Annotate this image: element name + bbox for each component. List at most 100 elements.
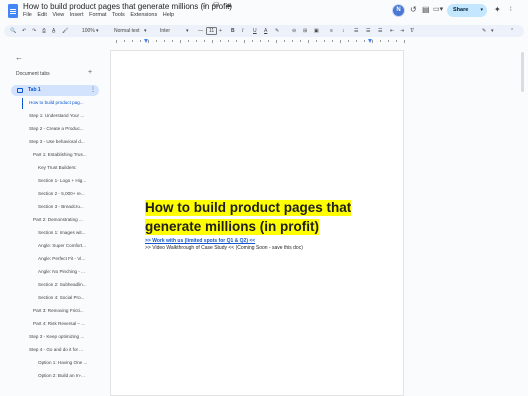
- decrease-indent-icon[interactable]: ⇤: [390, 25, 394, 37]
- menu-edit[interactable]: Edit: [37, 12, 46, 18]
- highlight-icon[interactable]: ✎: [275, 25, 279, 37]
- underline-button[interactable]: U: [253, 25, 257, 37]
- increase-indent-icon[interactable]: ⇥: [400, 25, 404, 37]
- redo-icon[interactable]: ↷: [32, 25, 36, 37]
- increase-size-icon[interactable]: +: [219, 25, 222, 37]
- style-dropdown-icon[interactable]: ▾: [144, 25, 147, 37]
- ruler-tick: [308, 40, 309, 43]
- align-icon[interactable]: ≡: [330, 25, 333, 37]
- outline-item[interactable]: Section 4: Social Pro...: [38, 293, 84, 303]
- ruler-tick: [300, 40, 301, 42]
- text-color-button[interactable]: A: [264, 25, 267, 37]
- outline-item[interactable]: How to build product pag...: [29, 98, 84, 108]
- ruler-tick: [268, 40, 269, 42]
- bulleted-list-icon[interactable]: ☰: [366, 25, 370, 37]
- outline-item[interactable]: Part 2: Demonstrating ...: [33, 215, 83, 225]
- outline-item[interactable]: Option 1: Having One ...: [38, 358, 87, 368]
- outline-item[interactable]: Section 3 - Breadcru...: [38, 202, 84, 212]
- insert-image-icon[interactable]: ▣: [314, 25, 319, 37]
- bold-button[interactable]: B: [231, 25, 235, 37]
- menu-view[interactable]: View: [52, 12, 64, 18]
- ruler-tick: [204, 40, 205, 42]
- history-icon[interactable]: ↺: [410, 5, 417, 15]
- outline-item[interactable]: Angle: No Pinching - ...: [38, 267, 85, 277]
- outline-item[interactable]: Key Trust Builders:: [38, 163, 77, 173]
- gemini-icon[interactable]: ✦: [494, 5, 501, 15]
- style-select[interactable]: Normal text: [114, 25, 140, 37]
- collapse-toolbar-icon[interactable]: ⌃: [510, 25, 514, 37]
- avatar[interactable]: N: [392, 4, 405, 17]
- outline-item[interactable]: Section 2: Subheadlin...: [38, 280, 87, 290]
- ruler-tick: [340, 40, 341, 43]
- outline-item[interactable]: Angle: Perfect Fit - Vi...: [38, 254, 85, 264]
- italic-button[interactable]: I: [242, 25, 243, 37]
- menu-bar: File Edit View Insert Format Tools Exten…: [23, 12, 178, 18]
- search-icon[interactable]: 🔍: [10, 25, 16, 37]
- document-heading-line-1: How to build product pages that: [145, 200, 352, 216]
- menu-insert[interactable]: Insert: [70, 12, 84, 18]
- document-page[interactable]: How to build product pages that generate…: [110, 50, 404, 396]
- tab-1[interactable]: Tab 1 ⋮: [11, 85, 99, 96]
- menu-file[interactable]: File: [23, 12, 32, 18]
- zoom-dropdown-icon[interactable]: ▾: [96, 25, 99, 37]
- back-arrow-icon[interactable]: ←: [15, 53, 23, 62]
- print-icon[interactable]: ⎙: [42, 25, 46, 37]
- add-comment-icon[interactable]: ⊞: [303, 25, 307, 37]
- ruler[interactable]: [110, 39, 405, 44]
- outline-item[interactable]: Step 3 - Use behavioral d...: [29, 137, 85, 147]
- menu-extensions[interactable]: Extensions: [130, 12, 157, 18]
- docs-logo-icon[interactable]: [8, 4, 18, 18]
- editing-mode-dropdown-icon[interactable]: ▾: [491, 25, 494, 37]
- outline-item[interactable]: Section 2 - 5,000+ re...: [38, 189, 85, 199]
- editing-mode-icon[interactable]: ✎: [482, 25, 486, 37]
- more-icon[interactable]: ⁞: [510, 5, 512, 15]
- work-with-us-link[interactable]: >> Work with us (limited spots for Q1 & …: [145, 238, 255, 244]
- ruler-tick: [156, 40, 157, 42]
- ruler-tick: [172, 40, 173, 42]
- checklist-icon[interactable]: ☰: [354, 25, 358, 37]
- ruler-tick: [356, 40, 357, 42]
- ruler-tick: [348, 40, 349, 42]
- ruler-tick: [148, 40, 149, 43]
- ruler-tick: [252, 40, 253, 42]
- share-dropdown-icon[interactable]: ▾: [480, 4, 483, 17]
- zoom-select[interactable]: 100%: [82, 25, 95, 37]
- spellcheck-icon[interactable]: A̲: [52, 25, 55, 37]
- add-tab-icon[interactable]: +: [88, 69, 92, 76]
- comment-icon[interactable]: ▤: [422, 5, 430, 15]
- outline-item[interactable]: Part 3: Removing Fricti...: [33, 306, 84, 316]
- meet-icon[interactable]: ▭▾: [433, 5, 443, 15]
- ruler-tick: [260, 40, 261, 42]
- font-size-input[interactable]: 11: [206, 27, 218, 35]
- undo-icon[interactable]: ↶: [22, 25, 26, 37]
- menu-tools[interactable]: Tools: [112, 12, 125, 18]
- line-spacing-icon[interactable]: ↕: [342, 25, 345, 37]
- ruler-tick: [164, 40, 165, 42]
- ruler-tick: [140, 40, 141, 42]
- outline-item[interactable]: Angle: Super Comfort...: [38, 241, 86, 251]
- outline-item[interactable]: Step 1: Understand Your ...: [29, 111, 84, 121]
- tab-more-icon[interactable]: ⋮: [90, 86, 96, 93]
- font-select[interactable]: Inter: [160, 25, 170, 37]
- clear-formatting-icon[interactable]: T̸: [410, 25, 413, 37]
- outline-item[interactable]: Part 4: Risk Reversal – ...: [33, 319, 85, 329]
- outline-item[interactable]: Step 2 - Create a Produc...: [29, 124, 84, 134]
- paint-format-icon[interactable]: 🖌: [62, 25, 68, 37]
- star-move-cloud-icons[interactable]: ☆ ⛁ ☁: [201, 1, 234, 9]
- scrollbar[interactable]: [521, 52, 524, 92]
- numbered-list-icon[interactable]: ☰: [378, 25, 382, 37]
- decrease-size-icon[interactable]: —: [198, 25, 203, 37]
- ruler-tick: [212, 40, 213, 43]
- outline-item[interactable]: Step 3 - Keep optimizing ...: [29, 332, 84, 342]
- ruler-tick: [276, 40, 277, 43]
- share-button[interactable]: Share ▾: [447, 4, 487, 17]
- outline-item[interactable]: Section 1- Logo + Hig...: [38, 176, 86, 186]
- link-icon[interactable]: ⊖: [292, 25, 296, 37]
- outline-item[interactable]: Part 1: Establishing Trus...: [33, 150, 87, 160]
- menu-help[interactable]: Help: [163, 12, 174, 18]
- outline-item[interactable]: Section 1: Images wit...: [38, 228, 86, 238]
- font-dropdown-icon[interactable]: ▾: [186, 25, 189, 37]
- menu-format[interactable]: Format: [89, 12, 106, 18]
- outline-item[interactable]: Step 4 - Go and do it for ...: [29, 345, 83, 355]
- outline-item[interactable]: Option 2: Build an In-...: [38, 371, 85, 381]
